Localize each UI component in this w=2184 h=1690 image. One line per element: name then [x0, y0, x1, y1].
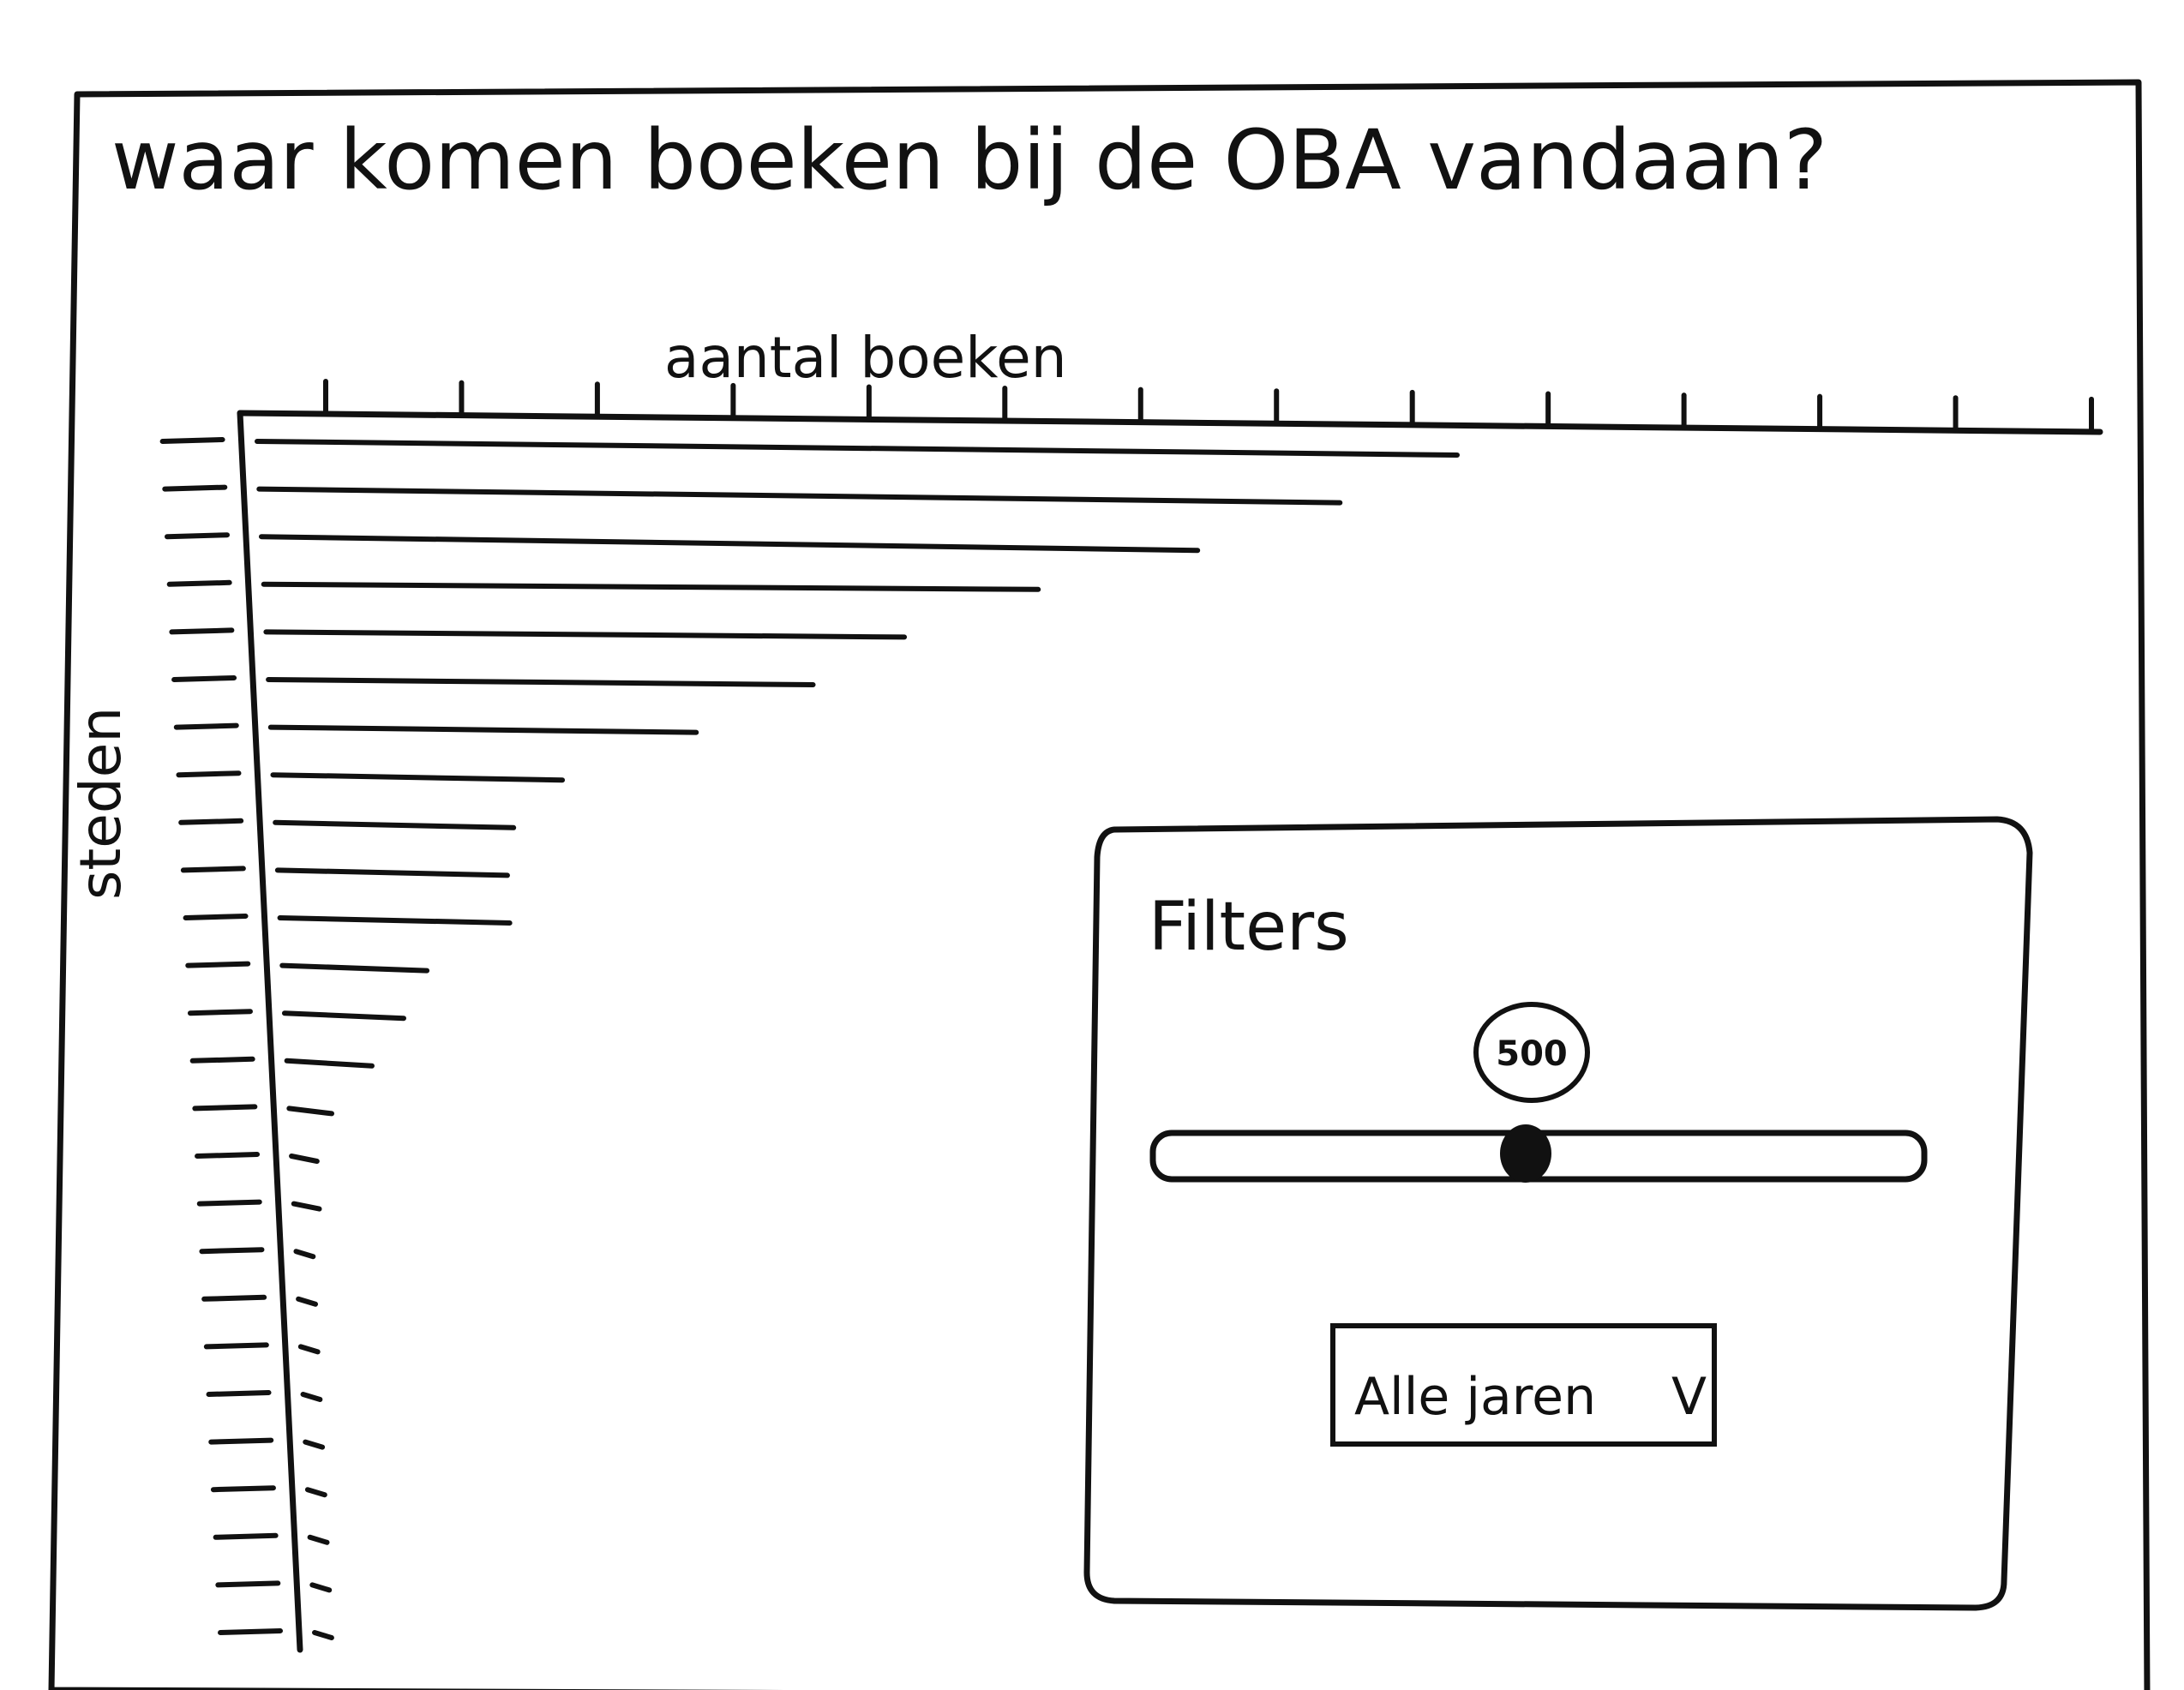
bar — [261, 581, 1041, 592]
bar — [291, 1201, 322, 1212]
city-label-placeholder — [208, 1437, 274, 1445]
bar — [296, 1296, 319, 1307]
value-slider[interactable]: 500 — [1149, 1002, 1928, 1183]
city-label-placeholder — [183, 914, 249, 920]
filters-panel: Filters 500 Alle jaren V — [1083, 816, 2033, 1611]
bar — [312, 1630, 334, 1640]
bar — [284, 1058, 375, 1069]
bar — [277, 915, 513, 926]
city-label-placeholder — [196, 1199, 262, 1207]
slider-value-label: 500 — [1496, 1034, 1568, 1074]
city-label-placeholder — [185, 961, 251, 968]
bar — [300, 1392, 323, 1402]
city-label-placeholder — [192, 1104, 258, 1112]
city-label-placeholder — [218, 1628, 284, 1635]
bar — [273, 819, 517, 830]
city-label-placeholder — [159, 437, 225, 444]
city-label-placeholder — [195, 1152, 261, 1159]
city-label-placeholder — [166, 579, 232, 587]
city-label-placeholder — [176, 770, 242, 778]
bar-chart — [159, 379, 2103, 1653]
city-label-placeholder — [162, 484, 228, 492]
city-label-placeholder — [199, 1247, 265, 1255]
chevron-down-icon: V — [1671, 1367, 1707, 1427]
bar — [263, 629, 908, 640]
city-label-placeholder — [206, 1390, 272, 1397]
bar — [267, 724, 699, 735]
bar — [303, 1439, 326, 1450]
city-label-placeholder — [164, 532, 230, 540]
city-label-placeholder — [173, 722, 239, 730]
bar — [297, 1344, 321, 1355]
y-axis-line — [237, 410, 303, 1653]
year-dropdown-value: Alle jaren — [1354, 1367, 1596, 1427]
bar — [309, 1582, 333, 1593]
filters-title: Filters — [1149, 889, 1349, 966]
city-label-placeholder — [213, 1532, 279, 1540]
y-axis-label: steden — [68, 707, 134, 900]
city-label-placeholder — [210, 1485, 276, 1493]
year-dropdown[interactable]: Alle jaren V — [1330, 1323, 1717, 1447]
bar — [293, 1249, 316, 1260]
city-label-placeholder — [180, 866, 246, 873]
city-label-placeholder — [169, 627, 235, 635]
bar — [304, 1487, 327, 1498]
city-label-placeholder — [178, 818, 244, 825]
city-label-placeholder — [171, 675, 237, 682]
bar — [255, 439, 1460, 458]
bar — [274, 867, 510, 878]
x-axis-label: aantal boeken — [664, 325, 1067, 391]
bar — [281, 1010, 406, 1022]
city-label-placeholder — [187, 1009, 253, 1016]
city-label-placeholder — [215, 1580, 281, 1588]
bar — [279, 962, 430, 974]
bar — [256, 486, 1343, 506]
page-title: waar komen boeken bij de OBA vandaan? — [111, 112, 1827, 208]
bar — [286, 1106, 335, 1117]
bar — [307, 1534, 330, 1545]
bar — [270, 772, 566, 783]
bar — [289, 1154, 320, 1164]
bar — [258, 534, 1201, 554]
city-label-placeholder — [201, 1294, 267, 1302]
city-label-placeholder — [189, 1056, 255, 1064]
bar — [266, 677, 816, 687]
city-label-placeholder — [203, 1342, 269, 1350]
slider-handle[interactable] — [1500, 1124, 1551, 1183]
